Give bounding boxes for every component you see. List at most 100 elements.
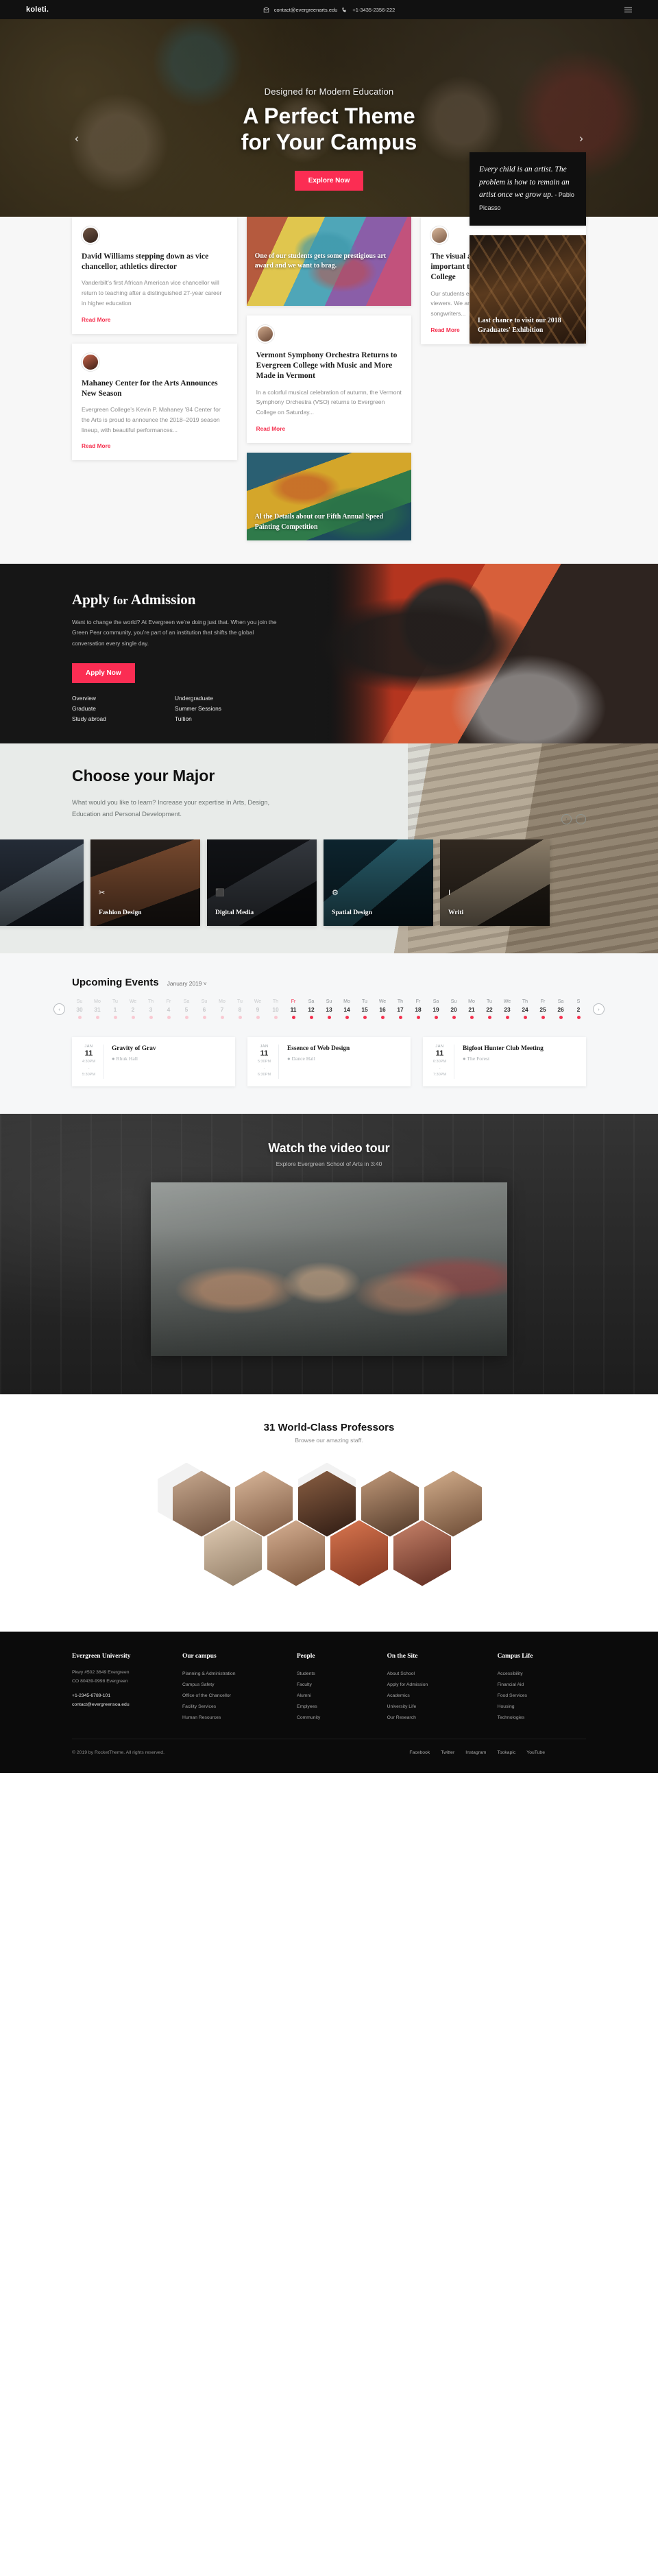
admission-link-overview[interactable]: Overview	[72, 695, 175, 702]
footer-link[interactable]: Students	[297, 1669, 378, 1680]
hamburger-menu-button[interactable]	[529, 7, 632, 12]
calendar-day[interactable]: Fr 11	[286, 999, 301, 1019]
admission-link-undergraduate[interactable]: Undergraduate	[175, 695, 298, 702]
major-card[interactable]	[0, 839, 84, 926]
footer-link[interactable]: Financial Aid	[498, 1680, 586, 1691]
calendar-next-button[interactable]: ›	[593, 1003, 605, 1015]
news-card[interactable]: David Williams stepping down as vice cha…	[72, 217, 237, 334]
footer-email[interactable]: contact@evergreensoa.edu	[72, 1701, 173, 1710]
month-selector[interactable]: January 2019 ˅	[167, 980, 207, 987]
apply-now-button[interactable]: Apply Now	[72, 663, 135, 683]
calendar-day[interactable]: Su 13	[321, 999, 337, 1019]
calendar-prev-button[interactable]: ‹	[53, 1003, 65, 1015]
admission-link-graduate[interactable]: Graduate	[72, 705, 175, 712]
calendar-day-number: 13	[326, 1005, 332, 1013]
social-link-twitter[interactable]: Twitter	[441, 1750, 454, 1755]
calendar-day[interactable]: Mo 21	[464, 999, 479, 1019]
calendar-day[interactable]: Th 10	[268, 999, 283, 1019]
read-more-link[interactable]: Read More	[256, 425, 402, 432]
footer-link[interactable]: Alumni	[297, 1691, 378, 1702]
admission-link-study-abroad[interactable]: Study abroad	[72, 715, 175, 722]
hero-next-arrow[interactable]: ›	[573, 132, 589, 145]
calendar-day[interactable]: Su 30	[72, 999, 87, 1019]
calendar-day[interactable]: We 16	[375, 999, 390, 1019]
calendar-day[interactable]: We 23	[500, 999, 515, 1019]
majors-prev-button[interactable]: ‹	[561, 813, 572, 824]
news-image-card[interactable]: Al the Details about our Fifth Annual Sp…	[246, 452, 412, 540]
calendar-day[interactable]: We 2	[125, 999, 141, 1019]
footer-link[interactable]: Office of the Chancellor	[182, 1691, 287, 1702]
news-image-card[interactable]: One of our students gets some prestigiou…	[246, 217, 412, 306]
contact-email[interactable]: contact@evergreenarts.edu	[274, 7, 338, 13]
calendar-day[interactable]: Sa 26	[553, 999, 568, 1019]
event-date: JAN 11 6:30PM - 7:30PM	[431, 1044, 454, 1079]
calendar-day[interactable]: Su 20	[446, 999, 461, 1019]
footer-link[interactable]: Facility Services	[182, 1702, 287, 1713]
event-card[interactable]: JAN 11 5:30PM - 6:30PM Essence of Web De…	[247, 1036, 411, 1086]
hero-prev-arrow[interactable]: ‹	[69, 132, 85, 145]
footer-link[interactable]: Food Services	[498, 1691, 586, 1702]
calendar-day[interactable]: Mo 14	[339, 999, 354, 1019]
calendar-day[interactable]: Th 17	[393, 999, 408, 1019]
admission-link-tuition[interactable]: Tuition	[175, 715, 298, 722]
read-more-link[interactable]: Read More	[82, 316, 228, 323]
calendar-day-event-dot	[113, 1015, 117, 1019]
footer-link[interactable]: Academics	[387, 1691, 488, 1702]
calendar-day[interactable]: Tu 22	[482, 999, 497, 1019]
footer-link[interactable]: Technologies	[498, 1713, 586, 1724]
calendar-day[interactable]: Tu 15	[357, 999, 372, 1019]
calendar-day[interactable]: Tu 1	[108, 999, 123, 1019]
social-link-youtube[interactable]: YouTube	[526, 1750, 545, 1755]
news-card[interactable]: Vermont Symphony Orchestra Returns to Ev…	[246, 315, 412, 443]
calendar-day[interactable]: Mo 7	[215, 999, 230, 1019]
footer-link[interactable]: Apply for Admission	[387, 1680, 488, 1691]
footer-link[interactable]: Our Research	[387, 1713, 488, 1724]
majors-carousel[interactable]: ✂ Fashion Design ⬛ Digital Media ⚙ Spati…	[0, 839, 658, 953]
majors-next-button[interactable]: ›	[576, 813, 586, 824]
major-card[interactable]: ⬛ Digital Media	[207, 839, 317, 926]
footer-link[interactable]: Community	[297, 1713, 378, 1724]
calendar-day[interactable]: We 9	[250, 999, 265, 1019]
footer-link[interactable]: Housing	[498, 1702, 586, 1713]
video-player[interactable]	[151, 1182, 507, 1356]
calendar-day[interactable]: Sa 5	[179, 999, 194, 1019]
footer-link[interactable]: About School	[387, 1669, 488, 1680]
social-link-instagram[interactable]: Instagram	[465, 1750, 486, 1755]
footer-link[interactable]: Emplyees	[297, 1702, 378, 1713]
calendar-day[interactable]: S2	[571, 999, 586, 1019]
calendar-day-number: 18	[415, 1005, 422, 1013]
calendar-day[interactable]: Fr 18	[411, 999, 426, 1019]
footer-link[interactable]: Accessibility	[498, 1669, 586, 1680]
event-card[interactable]: JAN 11 6:30PM - 7:30PM Bigfoot Hunter Cl…	[423, 1036, 586, 1086]
site-logo[interactable]: koleti.	[26, 5, 129, 14]
event-location-label: Rhuk Hall	[116, 1056, 138, 1062]
footer-link[interactable]: Faculty	[297, 1680, 378, 1691]
calendar-day[interactable]: Su 6	[197, 999, 212, 1019]
major-card[interactable]: ⚙ Spatial Design	[324, 839, 433, 926]
read-more-link[interactable]: Read More	[82, 442, 228, 449]
calendar-day[interactable]: Tu 8	[232, 999, 247, 1019]
social-link-facebook[interactable]: Facebook	[409, 1750, 430, 1755]
calendar-day-of-week: Su	[76, 999, 83, 1004]
calendar-day[interactable]: Th 3	[143, 999, 158, 1019]
social-link-tookapic[interactable]: Tookapic	[497, 1750, 515, 1755]
calendar-day[interactable]: Sa 19	[428, 999, 443, 1019]
calendar-day[interactable]: Fr 4	[161, 999, 176, 1019]
major-card[interactable]: ✂ Fashion Design	[90, 839, 200, 926]
calendar-day[interactable]: Th 24	[517, 999, 533, 1019]
calendar-day[interactable]: Sa 12	[304, 999, 319, 1019]
calendar-day[interactable]: Mo 31	[90, 999, 105, 1019]
footer-phone[interactable]: +1-2345-6789-101	[72, 1692, 173, 1701]
explore-now-button[interactable]: Explore Now	[294, 170, 364, 191]
footer-link[interactable]: Campus Safety	[182, 1680, 287, 1691]
admission-link-summer-sessions[interactable]: Summer Sessions	[175, 705, 298, 712]
news-card[interactable]: Mahaney Center for the Arts Announces Ne…	[72, 343, 237, 461]
calendar-day[interactable]: Fr 25	[535, 999, 550, 1019]
contact-phone[interactable]: +1-3435-2356-222	[352, 7, 395, 13]
news-image-card[interactable]: Last chance to visit our 2018 Graduates'…	[470, 235, 586, 344]
major-card[interactable]: I Writi	[440, 839, 550, 926]
footer-link[interactable]: Human Resources	[182, 1713, 287, 1724]
event-card[interactable]: JAN 11 4:30PM - 5:30PM Gravity of Grav ●…	[72, 1036, 235, 1086]
footer-link[interactable]: Planning & Administration	[182, 1669, 287, 1680]
footer-link[interactable]: University Life	[387, 1702, 488, 1713]
